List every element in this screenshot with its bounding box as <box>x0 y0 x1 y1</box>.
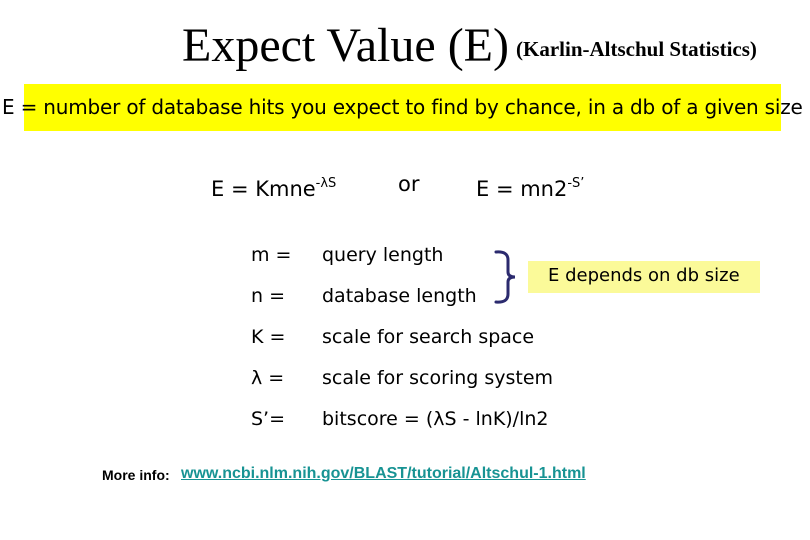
variable-symbol: m = <box>251 244 292 266</box>
formula-bitscore-base: E = mn2 <box>476 177 568 201</box>
more-info-label: More info: <box>102 467 170 483</box>
more-info-link[interactable]: www.ncbi.nlm.nih.gov/BLAST/tutorial/Alts… <box>181 464 586 484</box>
formula-connector: or <box>398 172 420 196</box>
variable-description: query length <box>322 244 444 266</box>
right-brace-icon <box>494 250 516 304</box>
formula-bitscore-exponent: -S’ <box>567 176 585 191</box>
formula-natural-base: E = Kmne <box>211 177 316 201</box>
formula-bitscore: E = mn2-S’ <box>476 170 584 203</box>
formula-natural: E = Kmne-λS <box>211 170 336 203</box>
slide-title: Expect Value (E) <box>182 19 509 72</box>
callout-text: E depends on db size <box>548 265 740 286</box>
variable-description: scale for search space <box>322 326 535 348</box>
variable-description: database length <box>322 285 477 307</box>
variable-symbol: λ = <box>251 367 285 389</box>
variable-description: bitscore = (λS - lnK)/ln2 <box>322 408 549 430</box>
variable-description: scale for scoring system <box>322 367 554 389</box>
variable-symbol: n = <box>251 285 286 307</box>
slide-subtitle: (Karlin-Altschul Statistics) <box>516 37 757 61</box>
variable-symbol: S’= <box>251 408 286 430</box>
formula-natural-exponent: -λS <box>315 176 337 191</box>
definition-text: E = number of database hits you expect t… <box>2 95 803 119</box>
variable-symbol: K = <box>251 326 286 348</box>
